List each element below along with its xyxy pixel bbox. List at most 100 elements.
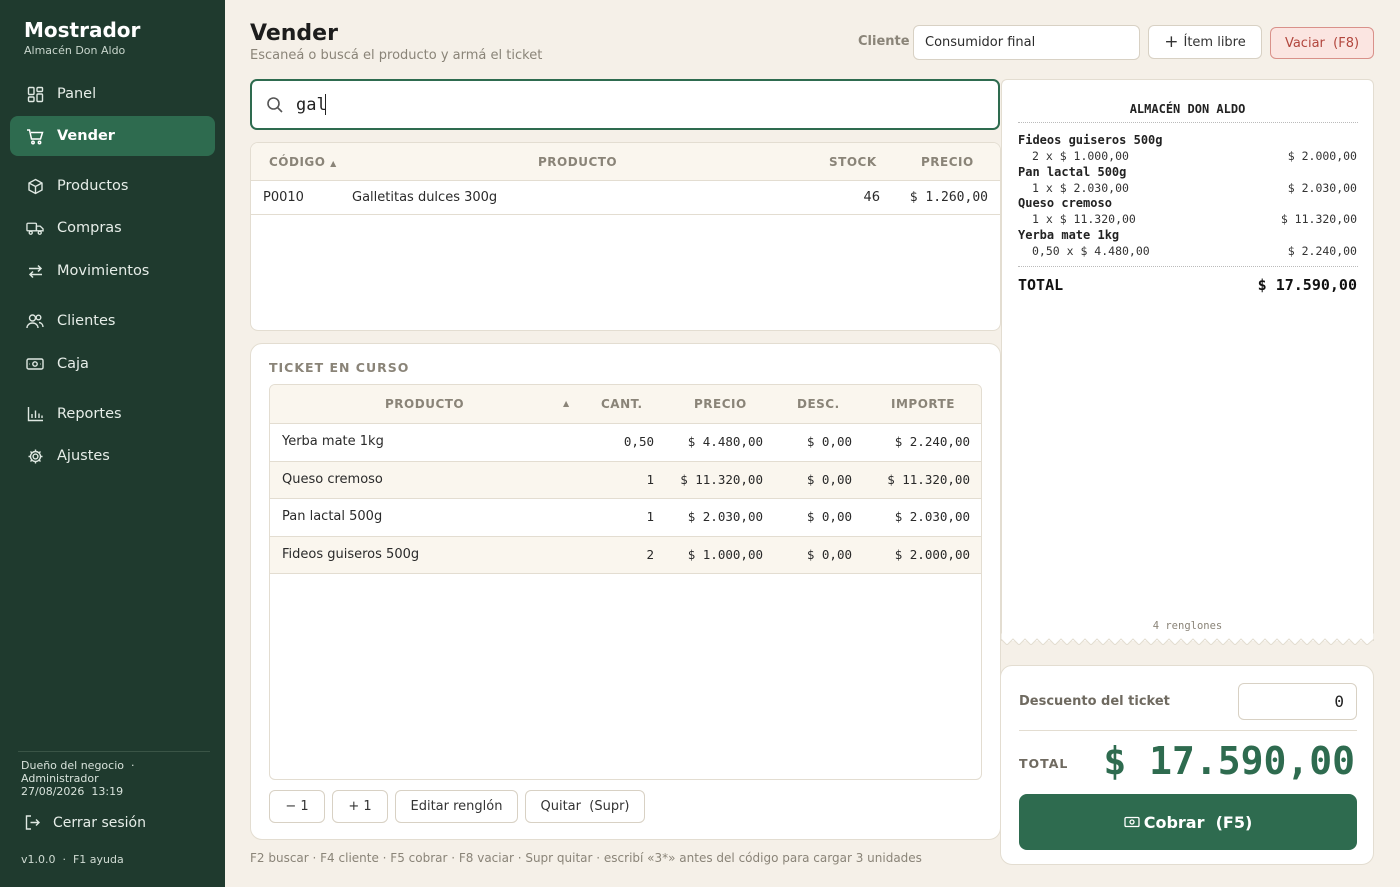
clear-button[interactable]: Vaciar (F8) (1270, 27, 1374, 59)
receipt-item-detail: 2 x $ 1.000,00 (1032, 149, 1129, 163)
free-item-label: Ítem libre (1183, 34, 1246, 50)
receipt-item-amount: $ 2.030,00 (1287, 181, 1357, 195)
result-row[interactable]: P0010 Galletitas dulces 300g 46 $ 1.260,… (251, 181, 1000, 215)
payment-divider (1019, 730, 1357, 731)
receipt-lines-count: 4 renglones (1152, 620, 1223, 632)
text-caret (324, 94, 326, 115)
col-qty[interactable]: CANT. (601, 397, 643, 411)
user-datetime: 27/08/2026 13:19 (21, 785, 124, 798)
sidebar-item-panel[interactable]: Panel (10, 74, 215, 114)
ticket-product: Fideos guiseros 500g (282, 546, 420, 562)
ticket-qty: 0,50 (623, 434, 654, 449)
ticket-product: Yerba mate 1kg (282, 434, 384, 449)
ticket-panel: TICKET EN CURSO PRODUCTO ▲ CANT. PRECIO … (250, 343, 1001, 840)
sidebar-item-reportes[interactable]: Reportes (10, 394, 215, 434)
ticket-header: PRODUCTO ▲ CANT. PRECIO DESC. IMPORTE (270, 385, 981, 424)
sidebar-item-label: Vender (57, 128, 115, 144)
ticket-row[interactable]: Queso cremoso 1 $ 11.320,00 $ 0,00 $ 11.… (270, 461, 981, 499)
ticket-row[interactable]: Pan lactal 500g 1 $ 2.030,00 $ 0,00 $ 2.… (270, 499, 981, 537)
sidebar-item-label: Movimientos (57, 263, 150, 279)
sidebar-item-movimientos[interactable]: Movimientos (10, 251, 215, 291)
client-input[interactable] (913, 25, 1140, 60)
receipt-item-amount: $ 2.000,00 (1287, 149, 1357, 163)
total-label: TOTAL (1019, 756, 1069, 771)
brand-title: Mostrador (24, 18, 141, 42)
ticket-price: $ 2.030,00 (687, 509, 763, 524)
sidebar-item-ajustes[interactable]: Ajustes (10, 436, 215, 476)
ticket-amount: $ 2.000,00 (894, 546, 970, 562)
ticket-product: Pan lactal 500g (282, 509, 383, 524)
sidebar-item-vender[interactable]: Vender (10, 116, 215, 156)
sidebar-item-clientes[interactable]: Clientes (10, 301, 215, 341)
decrement-button[interactable]: − 1 (269, 790, 325, 823)
ticket-row[interactable]: Fideos guiseros 500g 2 $ 1.000,00 $ 0,00… (270, 536, 981, 574)
search-results: CÓDIGO ▲ PRODUCTO STOCK PRECIO P0010 Gal… (250, 142, 1001, 331)
increment-button[interactable]: + 1 (332, 790, 388, 823)
col-product[interactable]: PRODUCTO (538, 155, 617, 169)
sidebar-item-label: Ajustes (57, 448, 110, 464)
remove-row-button[interactable]: Quitar (Supr) (525, 790, 645, 823)
ticket-amount: $ 2.240,00 (894, 434, 970, 449)
results-header: CÓDIGO ▲ PRODUCTO STOCK PRECIO (251, 143, 1000, 181)
cash-icon (26, 355, 44, 373)
user-separator: · (131, 759, 135, 772)
sidebar-item-compras[interactable]: Compras (10, 208, 215, 248)
truck-icon (26, 219, 44, 237)
discount-input[interactable] (1238, 683, 1357, 720)
ticket-product: Queso cremoso (282, 471, 383, 487)
col-code[interactable]: CÓDIGO ▲ (269, 155, 337, 169)
col-price[interactable]: PRECIO (694, 397, 747, 411)
sidebar-item-label: Reportes (57, 406, 122, 422)
receipt-torn-edge (1001, 633, 1374, 645)
col-amount[interactable]: IMPORTE (891, 397, 955, 411)
logout-icon (24, 814, 41, 831)
receipt-item-detail: 0,50 x $ 4.480,00 (1032, 244, 1150, 258)
ticket-row[interactable]: Yerba mate 1kg 0,50 $ 4.480,00 $ 0,00 $ … (270, 424, 981, 462)
search-box[interactable]: gal (250, 79, 1000, 130)
receipt-item-amount: $ 11.320,00 (1280, 212, 1357, 226)
ticket-disc: $ 0,00 (806, 471, 852, 487)
plus-icon: + (1164, 31, 1179, 52)
result-product: Galletitas dulces 300g (352, 190, 498, 205)
receipt-item-name: Pan lactal 500g (1018, 165, 1127, 179)
receipt-preview: ALMACÉN DON ALDO Fideos guiseros 500g 2 … (1001, 79, 1374, 641)
free-item-button[interactable]: + Ítem libre (1148, 25, 1262, 59)
total-value: $ 17.590,00 (1103, 739, 1355, 783)
ticket-table: PRODUCTO ▲ CANT. PRECIO DESC. IMPORTE Ye… (269, 384, 982, 780)
page-title: Vender (250, 21, 338, 46)
col-disc[interactable]: DESC. (797, 397, 840, 411)
receipt-store-name: ALMACÉN DON ALDO (1129, 102, 1246, 116)
col-price[interactable]: PRECIO (921, 155, 974, 169)
pay-button[interactable]: Cobrar (F5) (1019, 794, 1357, 850)
receipt-divider (1018, 122, 1358, 123)
sidebar-divider (18, 751, 210, 752)
ticket-price: $ 4.480,00 (687, 434, 763, 449)
sidebar-item-label: Clientes (57, 313, 116, 329)
sidebar-item-caja[interactable]: Caja (10, 344, 215, 384)
sidebar: Mostrador Almacén Don Aldo Panel Vender … (0, 0, 225, 887)
pay-label: Cobrar (F5) (1143, 812, 1253, 832)
search-input[interactable]: gal (296, 95, 327, 115)
ticket-qty: 1 (646, 509, 654, 524)
logout-button[interactable]: Cerrar sesión (24, 814, 146, 831)
ticket-qty: 2 (646, 546, 654, 562)
user-name: Administrador (21, 772, 99, 785)
sidebar-item-label: Caja (57, 356, 89, 372)
edit-row-button[interactable]: Editar renglón (395, 790, 518, 823)
version-info: v1.0.0 · F1 ayuda (21, 853, 124, 866)
receipt-total-value: $ 17.590,00 (1257, 276, 1357, 294)
box-icon (26, 177, 44, 195)
sidebar-item-productos[interactable]: Productos (10, 166, 215, 206)
user-info: Dueño del negocio · Administrador 27/08/… (21, 759, 135, 798)
col-stock[interactable]: STOCK (829, 155, 877, 169)
search-icon (266, 96, 284, 114)
receipt-item-detail: 1 x $ 11.320,00 (1032, 212, 1136, 226)
user-role: Dueño del negocio (21, 759, 124, 772)
result-code: P0010 (263, 190, 304, 205)
sidebar-item-label: Panel (57, 86, 97, 102)
users-icon (26, 312, 44, 330)
ticket-title: TICKET EN CURSO (269, 360, 410, 375)
col-product[interactable]: PRODUCTO (385, 397, 464, 411)
receipt-divider (1018, 266, 1358, 267)
receipt-item-name: Yerba mate 1kg (1018, 228, 1120, 242)
